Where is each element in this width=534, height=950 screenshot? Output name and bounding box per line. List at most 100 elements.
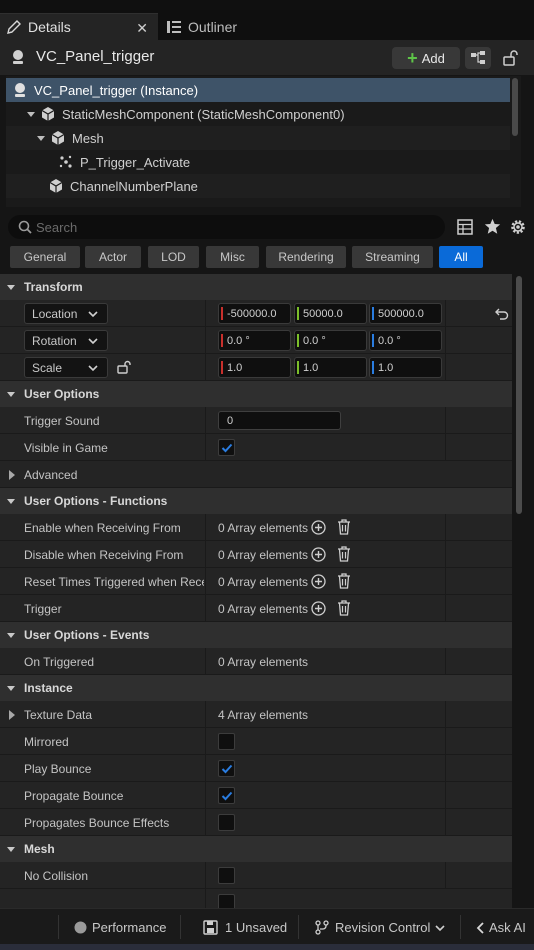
expand-arrow-icon[interactable] — [26, 109, 36, 119]
search-input[interactable] — [36, 218, 436, 236]
category-mesh[interactable]: Mesh — [0, 836, 512, 862]
play-bounce-checkbox[interactable] — [218, 760, 235, 777]
property-label: Advanced — [24, 468, 78, 482]
revision-control-label: Revision Control — [335, 920, 431, 935]
category-title: Instance — [24, 681, 73, 695]
property-grid-scrollbar[interactable] — [516, 276, 522, 514]
scale-x-field[interactable]: 1.0 — [218, 357, 291, 378]
rotation-z-field[interactable]: 0.0 ° — [369, 330, 442, 351]
tab-details[interactable]: Details ✕ — [0, 13, 158, 40]
property-label: Trigger — [24, 602, 62, 616]
mirrored-checkbox[interactable] — [218, 733, 235, 750]
filter-streaming[interactable]: Streaming — [352, 246, 433, 268]
category-user-options[interactable]: User Options — [0, 381, 512, 407]
column-divider — [445, 541, 446, 568]
checkmark-icon — [221, 764, 233, 774]
lock-icon[interactable] — [500, 49, 520, 67]
revision-control-button[interactable]: Revision Control — [315, 910, 445, 945]
location-x-field[interactable]: -500000.0 — [218, 303, 291, 324]
add-element-icon[interactable] — [311, 520, 326, 535]
gear-icon[interactable] — [509, 218, 527, 236]
add-button-label: Add — [421, 50, 445, 66]
column-divider — [445, 728, 446, 755]
reset-to-default-icon[interactable] — [495, 307, 509, 320]
tab-outliner[interactable]: Outliner — [160, 13, 270, 40]
collapse-arrow-icon — [6, 844, 16, 854]
trash-icon[interactable] — [337, 573, 351, 589]
unlock-icon[interactable] — [117, 360, 133, 374]
checkmark-icon — [221, 791, 233, 801]
scale-y-field[interactable]: 1.0 — [294, 357, 367, 378]
trigger-sound-field[interactable]: 0 — [218, 411, 341, 430]
category-user-options-events[interactable]: User Options - Events — [0, 622, 512, 648]
ask-ai-button[interactable]: Ask AI — [476, 910, 526, 945]
expand-arrow-icon[interactable] — [36, 133, 46, 143]
filter-misc[interactable]: Misc — [206, 246, 259, 268]
tree-item-label: P_Trigger_Activate — [80, 154, 191, 170]
column-divider — [205, 595, 206, 622]
performance-icon — [74, 921, 87, 934]
trash-icon[interactable] — [337, 519, 351, 535]
trash-icon[interactable] — [337, 546, 351, 562]
propagates-bounce-effects-checkbox[interactable] — [218, 814, 235, 831]
filter-rendering[interactable]: Rendering — [266, 246, 346, 268]
column-divider — [445, 568, 446, 595]
property-advanced[interactable]: Advanced — [0, 461, 512, 488]
location-z-value: 500000.0 — [378, 307, 424, 320]
scale-z-field[interactable]: 1.0 — [369, 357, 442, 378]
collapse-arrow-icon — [6, 683, 16, 693]
close-icon[interactable]: ✕ — [136, 20, 148, 37]
category-title: User Options - Events — [24, 628, 150, 642]
rotation-x-field[interactable]: 0.0 ° — [218, 330, 291, 351]
window-bottom-edge — [0, 944, 534, 950]
tree-item-channelnumberplane[interactable]: ChannelNumberPlane — [6, 174, 510, 198]
visible-in-game-checkbox[interactable] — [218, 439, 235, 456]
scale-dropdown[interactable]: Scale — [24, 357, 108, 378]
rotation-z-value: 0.0 ° — [378, 334, 401, 347]
array-count: 0 Array elements — [218, 602, 309, 616]
property-mirrored: Mirrored — [0, 728, 512, 755]
filter-all[interactable]: All — [439, 246, 483, 268]
category-title: Transform — [24, 280, 83, 294]
tree-item-actor[interactable]: VC_Panel_trigger (Instance) — [6, 78, 510, 102]
filter-lod[interactable]: LOD — [148, 246, 199, 268]
category-transform[interactable]: Transform — [0, 274, 512, 300]
property-label: Visible in Game — [24, 441, 108, 455]
trash-icon[interactable] — [337, 600, 351, 616]
filter-general[interactable]: General — [10, 246, 80, 268]
expand-arrow-icon[interactable] — [8, 710, 16, 720]
blueprint-button[interactable] — [465, 47, 491, 69]
unsaved-button[interactable]: 1 Unsaved — [203, 910, 287, 945]
category-title: User Options — [24, 387, 100, 401]
performance-button[interactable]: Performance — [74, 910, 166, 945]
property-propagate-bounce: Propagate Bounce — [0, 782, 512, 809]
column-divider — [445, 648, 446, 675]
expand-arrow-icon[interactable] — [8, 470, 16, 480]
add-element-icon[interactable] — [311, 601, 326, 616]
tree-item-mesh[interactable]: Mesh — [6, 126, 510, 150]
chevron-down-icon — [88, 363, 98, 373]
add-element-icon[interactable] — [311, 547, 326, 562]
category-instance[interactable]: Instance — [0, 675, 512, 701]
rotation-dropdown[interactable]: Rotation — [24, 330, 108, 351]
tree-item-particle[interactable]: P_Trigger_Activate — [6, 150, 510, 174]
x-axis-marker — [221, 361, 223, 374]
filter-actor[interactable]: Actor — [85, 246, 141, 268]
add-component-button[interactable]: + Add — [392, 47, 460, 69]
table-view-icon[interactable] — [457, 219, 473, 235]
rotation-y-field[interactable]: 0.0 ° — [294, 330, 367, 351]
star-icon[interactable] — [484, 218, 501, 235]
tree-item-staticmeshcomponent[interactable]: StaticMeshComponent (StaticMeshComponent… — [6, 102, 510, 126]
location-dropdown[interactable]: Location — [24, 303, 108, 324]
tree-scrollbar[interactable] — [512, 78, 518, 136]
propagate-bounce-checkbox[interactable] — [218, 787, 235, 804]
rotation-x-value: 0.0 ° — [227, 334, 250, 347]
location-z-field[interactable]: 500000.0 — [369, 303, 442, 324]
no-collision-checkbox[interactable] — [218, 867, 235, 884]
category-user-options-functions[interactable]: User Options - Functions — [0, 488, 512, 514]
location-y-field[interactable]: 50000.0 — [294, 303, 367, 324]
actor-icon — [10, 49, 26, 65]
partial-checkbox[interactable] — [218, 894, 235, 908]
add-element-icon[interactable] — [311, 574, 326, 589]
column-divider — [205, 568, 206, 595]
